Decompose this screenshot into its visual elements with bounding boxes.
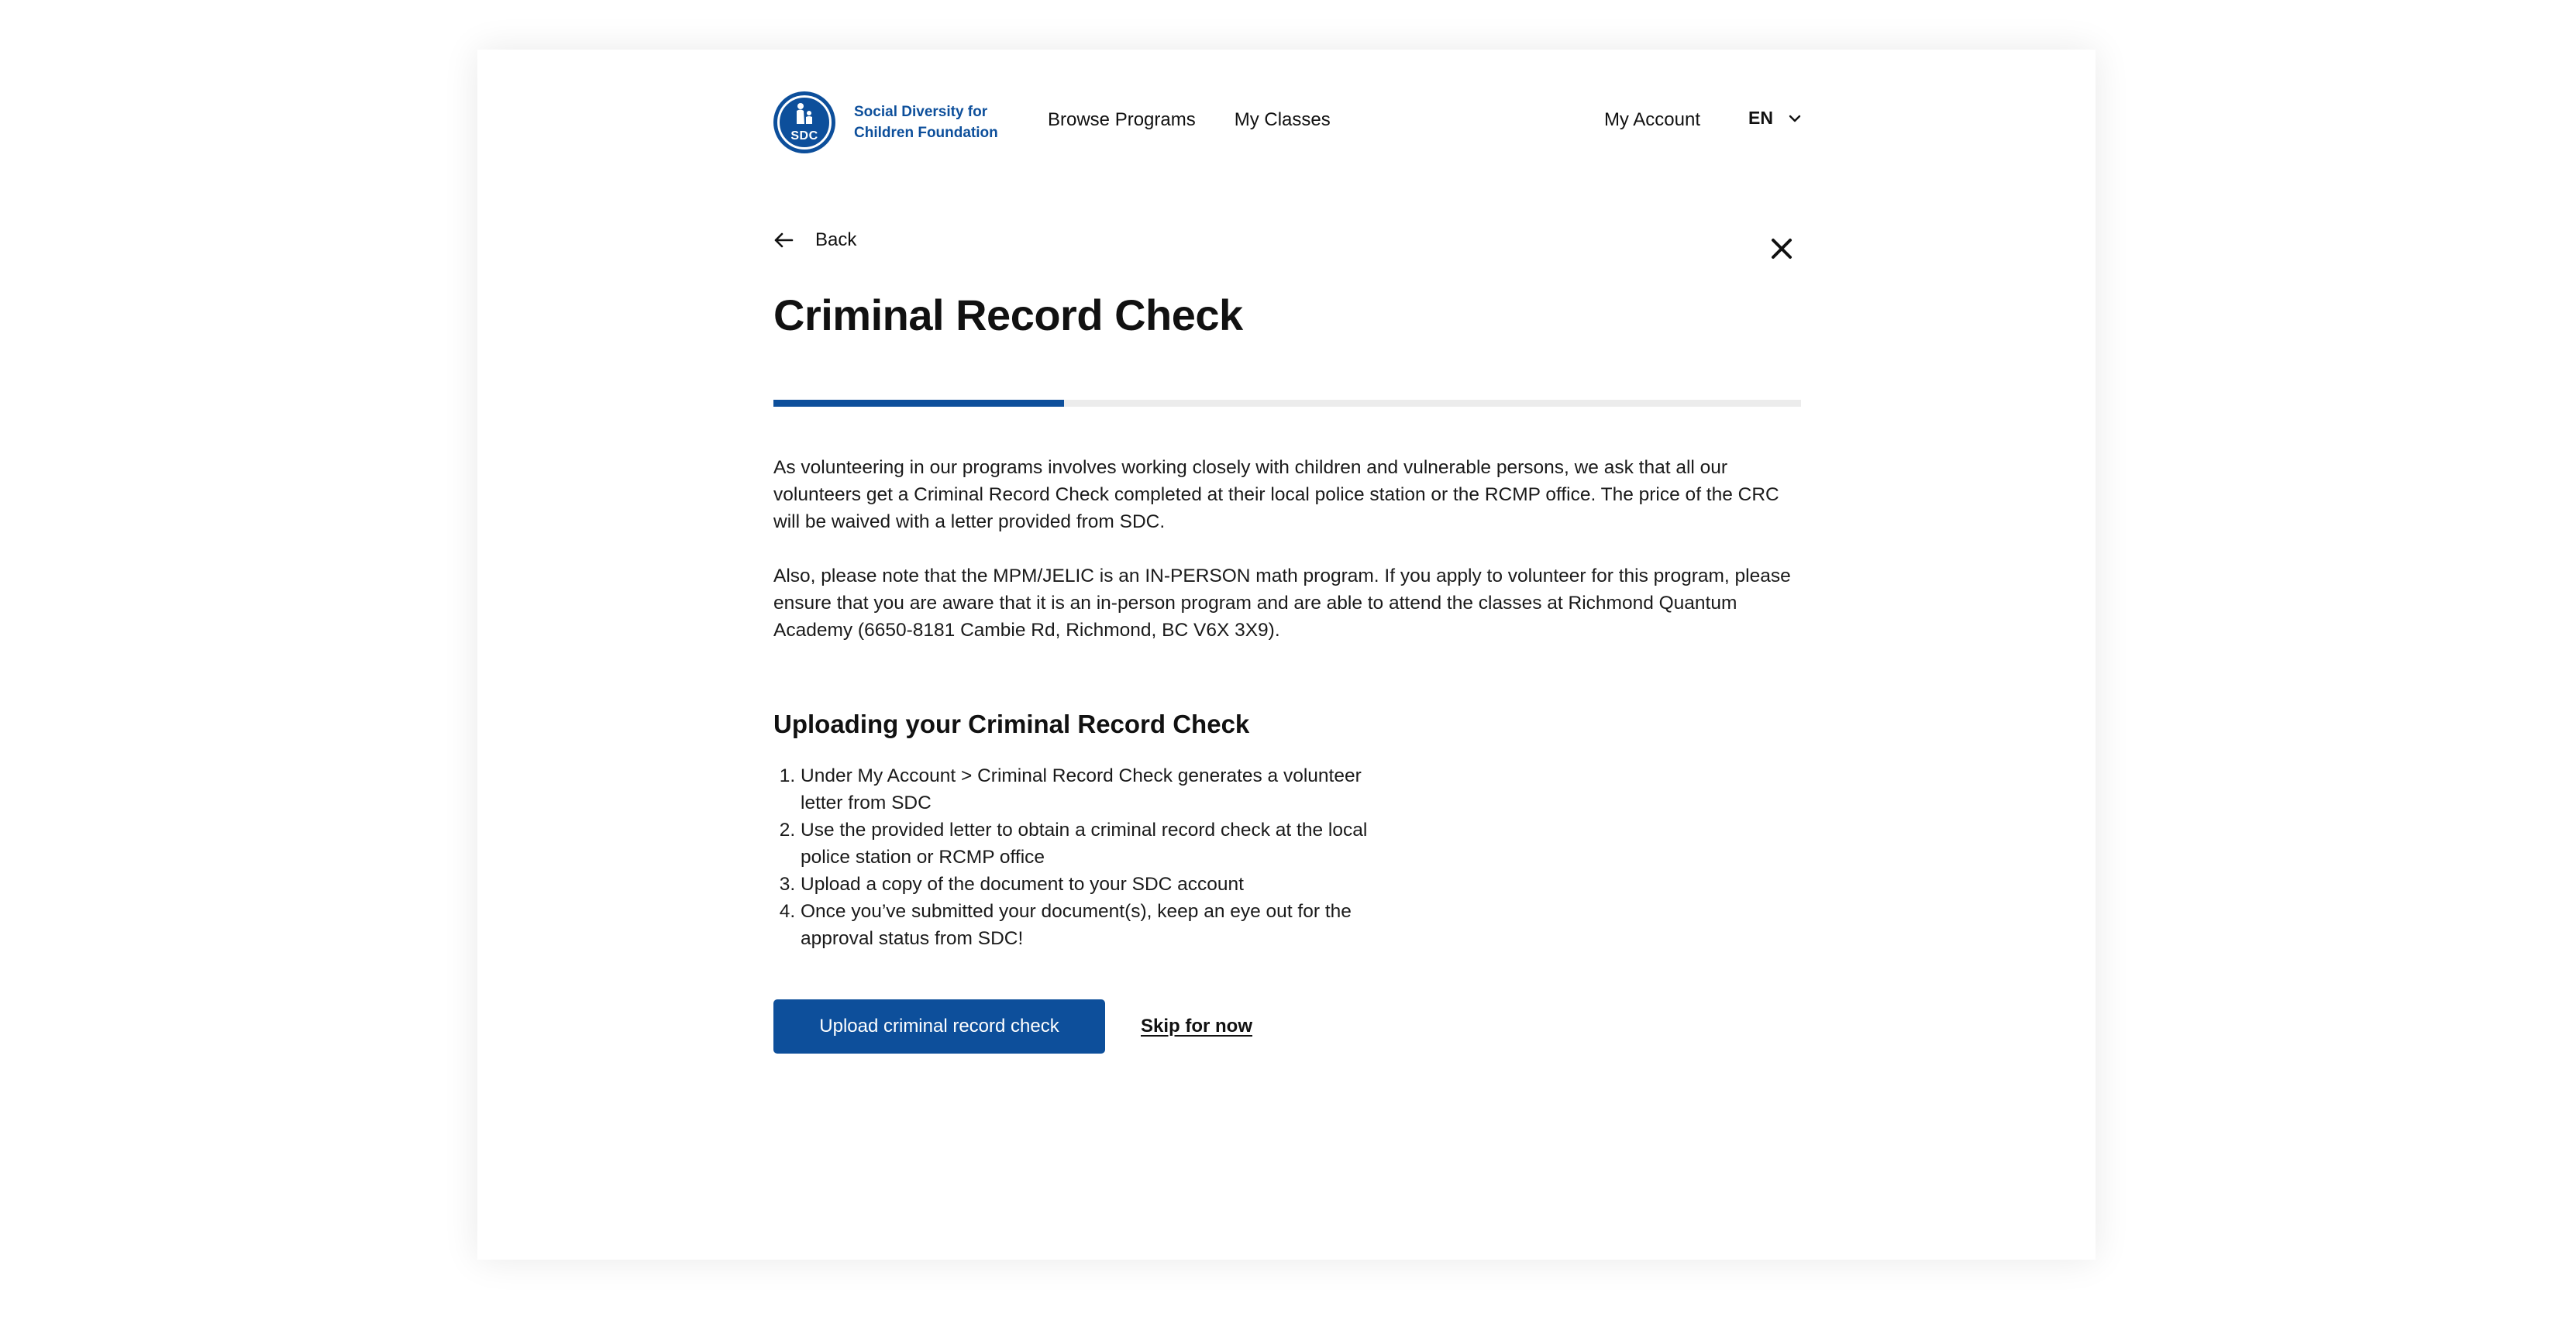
list-item: Once you’ve submitted your document(s), … (801, 898, 1390, 952)
arrow-left-icon (774, 232, 794, 248)
upload-criminal-record-check-button[interactable]: Upload criminal record check (773, 999, 1105, 1054)
language-value: EN (1748, 108, 1773, 128)
progress-bar (773, 400, 1801, 407)
brand-logo[interactable]: SDC Social Diversity for Children Founda… (773, 91, 1025, 153)
list-item: Under My Account > Criminal Record Check… (801, 762, 1390, 817)
page-title: Criminal Record Check (773, 291, 1243, 339)
brand-name-line1: Social Diversity for (854, 104, 988, 120)
close-icon[interactable] (1770, 237, 1793, 260)
nav-my-classes[interactable]: My Classes (1235, 109, 1331, 131)
in-person-note-paragraph: Also, please note that the MPM/JELIC is … (773, 566, 1791, 641)
steps-heading: Uploading your Criminal Record Check (773, 710, 1250, 738)
intro-paragraph: As volunteering in our programs involves… (773, 457, 1779, 532)
language-selector[interactable]: EN (1748, 108, 1801, 129)
upload-steps-list: Under My Account > Criminal Record Check… (773, 762, 1390, 952)
logo-figures-icon (797, 103, 812, 124)
list-item: Use the provided letter to obtain a crim… (801, 817, 1390, 871)
sdc-logo-icon: SDC (773, 91, 835, 153)
progress-bar-fill (773, 400, 1065, 407)
nav-browse-programs[interactable]: Browse Programs (1048, 109, 1196, 131)
top-header: SDC Social Diversity for Children Founda… (773, 90, 1801, 155)
back-button[interactable]: Back (773, 229, 856, 251)
list-item: Upload a copy of the document to your SD… (801, 871, 1390, 898)
brand-name-line2: Children Foundation (854, 125, 998, 141)
primary-nav: Browse Programs My Classes (1048, 109, 1331, 131)
chevron-down-icon (1789, 115, 1801, 122)
brand-name: Social Diversity for Children Foundation (854, 101, 1025, 143)
skip-for-now-link[interactable]: Skip for now (1141, 1016, 1252, 1037)
action-row: Upload criminal record check Skip for no… (773, 999, 1252, 1054)
page-card (477, 50, 2096, 1260)
back-label: Back (815, 229, 857, 250)
my-account-link[interactable]: My Account (1604, 109, 1700, 131)
logo-letters: SDC (790, 129, 818, 143)
